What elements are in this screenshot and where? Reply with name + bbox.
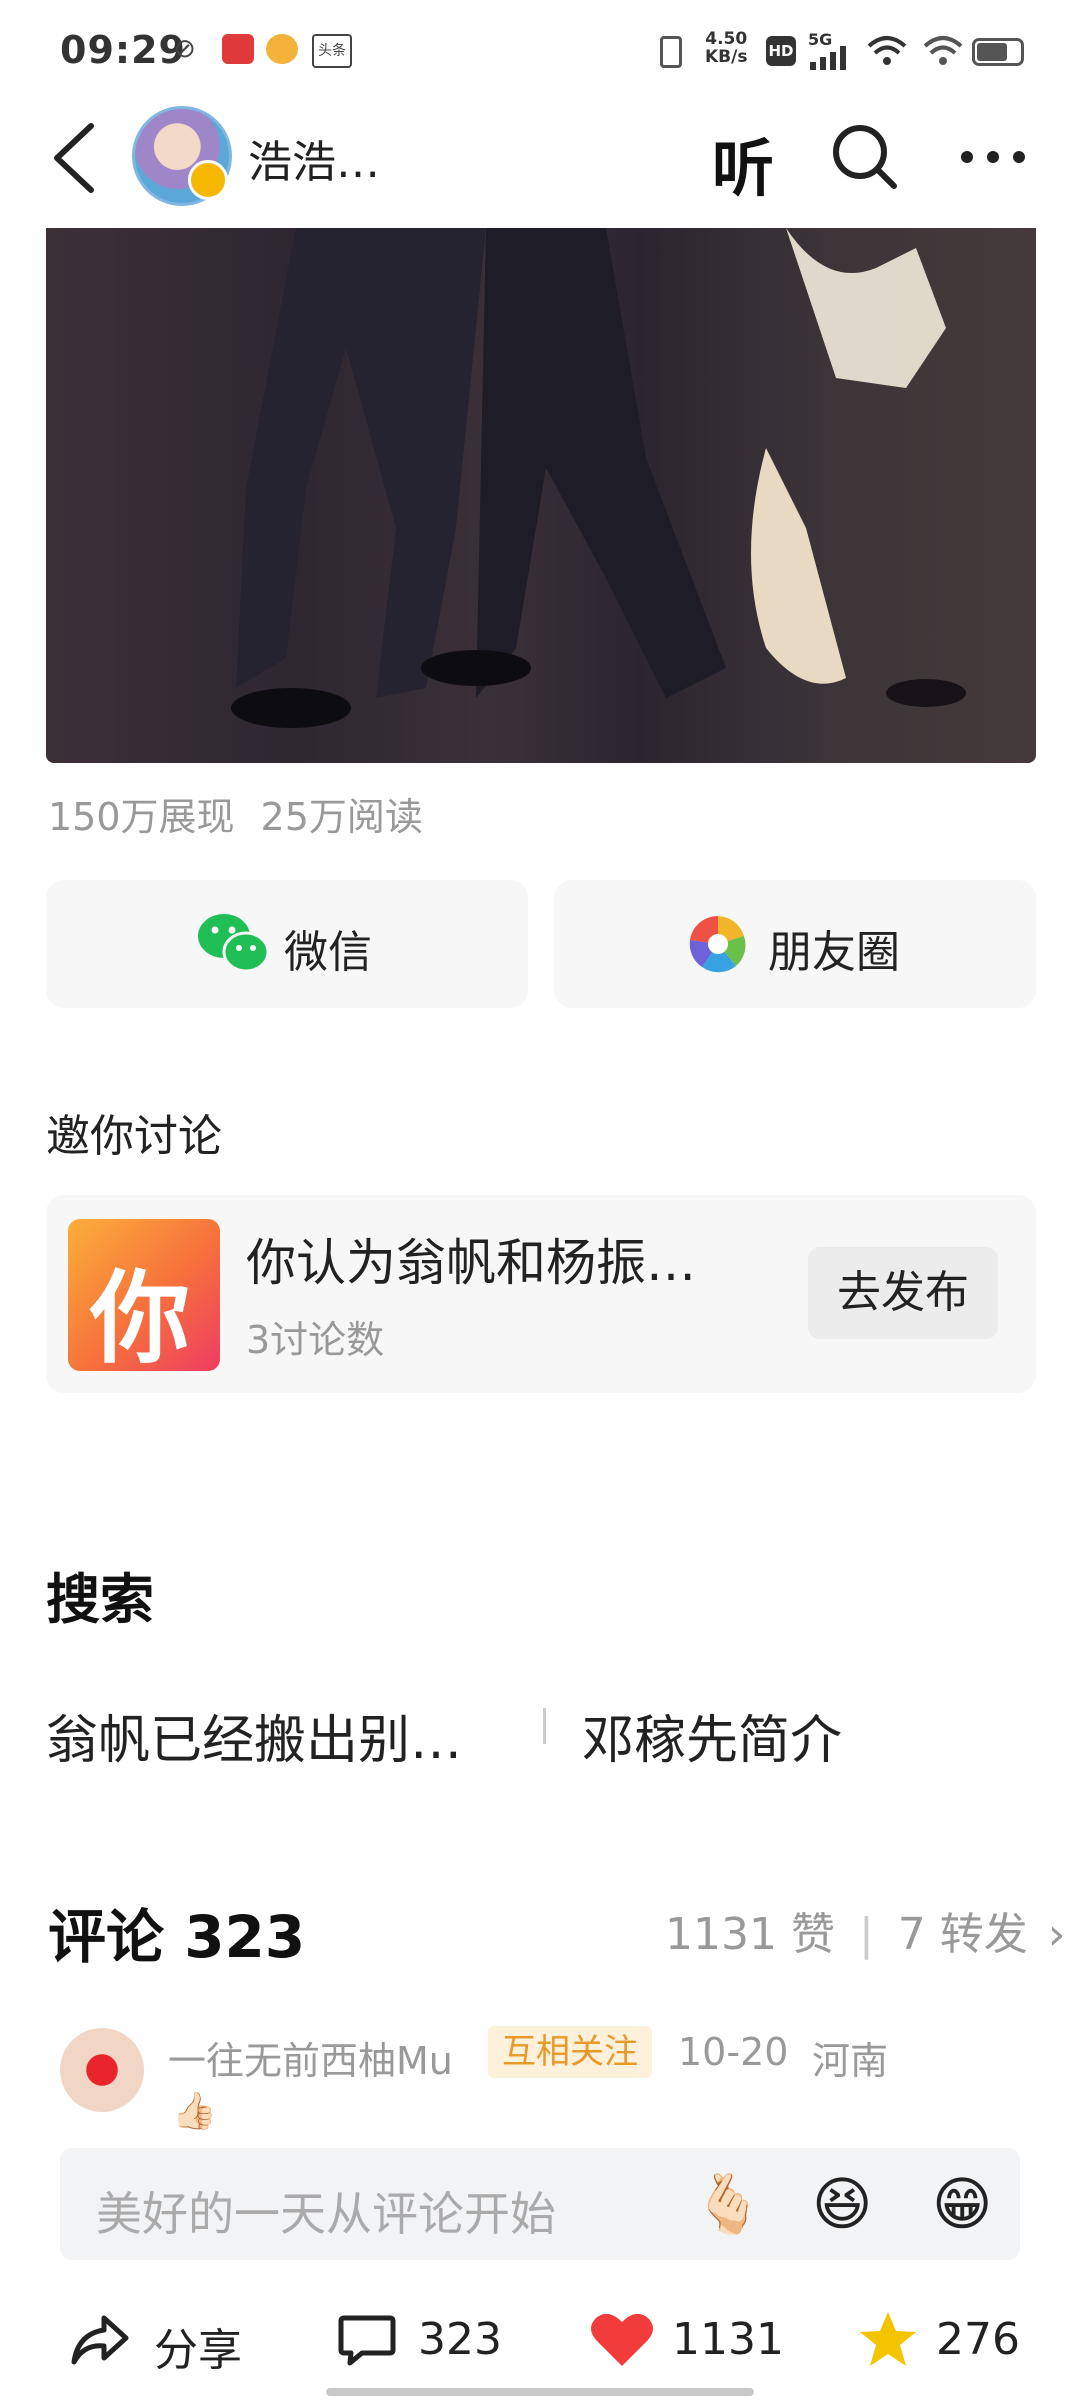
laughing-emoji-icon[interactable]: 😆 [812, 2170, 872, 2238]
net-speed-value: 4.50 [705, 29, 748, 49]
share-wechat-button[interactable]: 微信 [46, 880, 528, 1008]
share-label: 分享 [154, 2325, 242, 2376]
comment-button[interactable]: 323 [338, 2298, 518, 2378]
like-button[interactable]: 1131 [590, 2298, 784, 2378]
comment-location: 河南 [812, 2039, 889, 2083]
topic-title[interactable]: 你认为翁帆和杨振… [246, 1223, 696, 1295]
comment-bubble-icon [338, 2315, 396, 2366]
comment-date: 10-20 [678, 2030, 789, 2074]
mutual-follow-tag: 互相关注 [488, 2026, 652, 2078]
wifi-secondary-icon [923, 36, 963, 65]
moments-icon [689, 915, 746, 973]
topic-discussion-count: 3讨论数 [246, 1318, 385, 1362]
vibrate-icon [660, 36, 682, 68]
wechat-label: 微信 [284, 927, 372, 978]
net-speed-unit: KB/s [705, 47, 748, 67]
engagement-stats[interactable]: 1131 赞 | 7 转发 › [665, 1898, 1065, 1962]
app-notification-icon [222, 34, 254, 64]
star-icon [860, 2312, 916, 2366]
grinning-emoji-icon[interactable]: 😁 [932, 2170, 992, 2238]
like-count: 1131 [672, 2314, 784, 2365]
discussion-topic-card[interactable]: 你 你认为翁帆和杨振… 3讨论数 去发布 [46, 1195, 1036, 1393]
comment-content: 👍🏻 [172, 2091, 217, 2132]
reads-count: 25万阅读 [260, 795, 423, 839]
status-bar: 09:29 ⊘ 头条 4.50 KB/s HD 5G [0, 0, 1080, 100]
hd-icon: HD [766, 36, 796, 66]
likes-stat: 1131 赞 [665, 1909, 835, 1960]
listen-button[interactable]: 听 [712, 118, 774, 208]
wifi-icon [867, 36, 907, 65]
share-button[interactable]: 分享 [70, 2298, 250, 2378]
comment-count: 323 [418, 2314, 502, 2365]
home-indicator[interactable] [326, 2388, 754, 2396]
reposts-stat: 7 转发 [897, 1909, 1028, 1960]
favorite-count: 276 [936, 2314, 1020, 2365]
comment-input-placeholder: 美好的一天从评论开始 [96, 2187, 556, 2241]
heart-icon [591, 2313, 653, 2366]
status-time: 09:29 [60, 28, 186, 72]
verified-badge-icon [188, 160, 228, 200]
toutiao-icon: 头条 [312, 34, 352, 68]
comment-input[interactable]: 美好的一天从评论开始 🫰🏻 😆 😁 [60, 2148, 1020, 2260]
publish-button[interactable]: 去发布 [808, 1247, 998, 1339]
battery-icon [972, 38, 1024, 66]
search-keyword-2[interactable]: 邓稼先简介 [582, 1698, 842, 1773]
search-keyword-1[interactable]: 翁帆已经搬出别… [46, 1698, 462, 1773]
article-photo-illustration [231, 228, 966, 728]
invite-section-title: 邀你讨论 [46, 1111, 222, 1162]
commenter-name[interactable]: 一往无前西柚Mu [168, 2030, 453, 2085]
wechat-icon [198, 914, 270, 973]
share-moments-button[interactable]: 朋友圈 [554, 880, 1036, 1008]
author-name[interactable]: 浩浩… [248, 126, 380, 190]
link-icon: ⊘ [174, 34, 196, 64]
weibo-icon [266, 34, 298, 64]
finger-heart-emoji-icon[interactable]: 🫰🏻 [692, 2170, 764, 2239]
chevron-right-icon: › [1047, 1909, 1066, 1960]
net-speed: 4.50 KB/s [705, 30, 747, 66]
comments-title: 评论 323 [48, 1903, 306, 1971]
article-image[interactable] [46, 228, 1036, 763]
search-section-title: 搜索 [46, 1568, 154, 1631]
more-options-icon[interactable] [960, 150, 1026, 164]
back-arrow-icon[interactable] [45, 118, 105, 198]
article-stats: 150万展现 25万阅读 [48, 786, 449, 841]
cell-signal-icon [810, 46, 846, 70]
commenter-avatar[interactable] [60, 2028, 144, 2112]
topic-thumbnail: 你 [68, 1219, 220, 1377]
search-icon[interactable] [828, 120, 900, 192]
favorite-button[interactable]: 276 [858, 2298, 1048, 2378]
stats-divider: | [858, 1909, 874, 1960]
topic-thumbnail-text: 你 [90, 1260, 190, 1377]
moments-label: 朋友圈 [768, 927, 900, 978]
share-arrow-icon [71, 2315, 129, 2365]
keyword-divider [543, 1708, 546, 1744]
impressions-count: 150万展现 [48, 795, 235, 839]
